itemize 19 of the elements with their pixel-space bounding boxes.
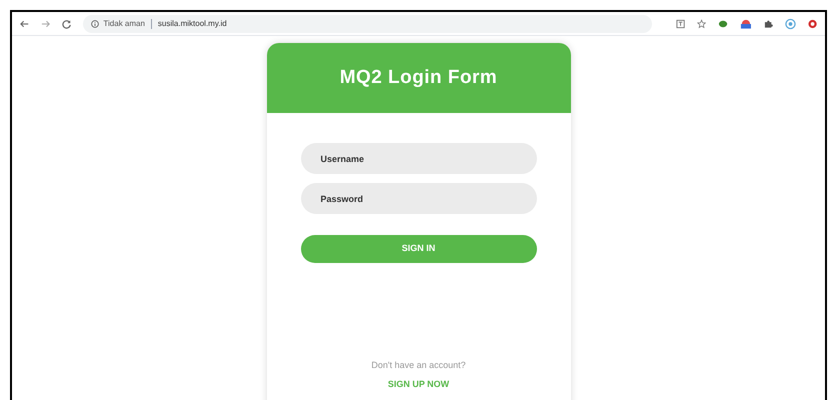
puzzle-icon[interactable] xyxy=(764,18,773,28)
info-icon[interactable] xyxy=(91,20,100,28)
reload-icon[interactable] xyxy=(62,18,72,28)
password-field[interactable]: Password xyxy=(300,183,536,214)
sign-up-link[interactable]: SIGN UP NOW xyxy=(388,378,450,391)
username-field[interactable]: Username xyxy=(300,143,536,174)
translate-icon[interactable] xyxy=(676,18,685,28)
extension-icon[interactable] xyxy=(740,18,752,30)
extension-icon[interactable] xyxy=(808,18,818,28)
url-text: susila.miktool.my.id xyxy=(158,18,227,30)
security-label: Tidak aman xyxy=(103,18,145,30)
sign-in-button[interactable]: SIGN IN xyxy=(300,235,536,263)
back-arrow-icon[interactable] xyxy=(20,18,30,28)
address-bar[interactable]: Tidak aman susila.miktool.my.id xyxy=(83,14,652,32)
extension-icon[interactable] xyxy=(718,18,728,28)
extension-icon[interactable] xyxy=(784,18,796,30)
signup-prompt: Don't have an account? xyxy=(371,359,466,372)
form-title: MQ2 Login Form xyxy=(340,66,498,90)
star-icon[interactable] xyxy=(696,18,706,28)
